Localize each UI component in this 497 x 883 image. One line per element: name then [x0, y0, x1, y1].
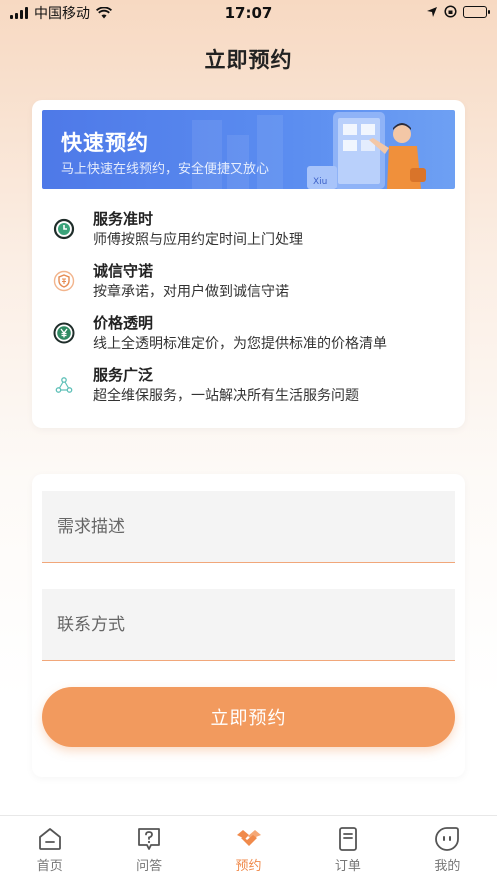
feature-desc: 师傅按照与应用约定时间上门处理	[93, 232, 303, 248]
description-field[interactable]	[42, 491, 455, 563]
tab-label: 首页	[36, 859, 63, 874]
feature-title: 服务广泛	[93, 366, 154, 384]
feature-title: 服务准时	[93, 210, 154, 228]
banner-subtitle: 马上快速在线预约，安全便捷又放心	[61, 162, 270, 177]
home-icon	[38, 828, 61, 850]
location-icon	[427, 6, 437, 17]
banner: 快速预约 马上快速在线预约，安全便捷又放心 Xiu	[42, 110, 455, 189]
status-time: 17:07	[224, 4, 273, 22]
feature-title: 价格透明	[93, 314, 154, 332]
tab-label: 订单	[334, 859, 361, 874]
yen-icon	[53, 322, 75, 344]
order-icon	[339, 827, 357, 851]
booking-form-card: 立即预约	[32, 474, 465, 777]
clock-icon	[53, 218, 75, 240]
description-input[interactable]	[57, 491, 455, 562]
tab-qa[interactable]: 问答	[99, 816, 198, 883]
feature-item-integrity: 诚信守诺 按章承诺，对用户做到诚信守诺	[52, 260, 452, 312]
tab-orders[interactable]: 订单	[298, 816, 397, 883]
status-bar: 中国移动 17:07	[0, 0, 497, 26]
handshake-icon	[236, 830, 261, 846]
tab-label: 预约	[235, 859, 262, 874]
repairman-illustration-icon: Xiu	[307, 112, 426, 189]
profile-icon	[435, 827, 460, 851]
contact-input[interactable]	[57, 589, 455, 660]
feature-desc: 按章承诺，对用户做到诚信守诺	[93, 284, 289, 300]
tab-booking[interactable]: 预约	[199, 816, 298, 883]
submit-booking-button[interactable]: 立即预约	[42, 687, 455, 747]
feature-desc: 超全维保服务，一站解决所有生活服务问题	[93, 388, 359, 404]
feature-desc: 线上全透明标准定价，为您提供标准的价格清单	[93, 336, 387, 352]
page-title: 立即预约	[204, 48, 293, 72]
rotation-lock-icon	[444, 5, 457, 18]
info-card: 快速预约 马上快速在线预约，安全便捷又放心 Xiu 服务准时 师傅按照与应用约定…	[32, 100, 465, 428]
feature-item-price: 价格透明 线上全透明标准定价，为您提供标准的价格清单	[52, 312, 452, 364]
battery-icon	[463, 5, 490, 18]
contact-field[interactable]	[42, 589, 455, 661]
feature-item-wide-service: 服务广泛 超全维保服务，一站解决所有生活服务问题	[52, 364, 452, 416]
feature-item-on-time: 服务准时 师傅按照与应用约定时间上门处理	[52, 208, 452, 260]
feature-title: 诚信守诺	[93, 262, 154, 280]
status-right	[426, 5, 490, 18]
tab-label: 问答	[136, 859, 163, 874]
tab-home[interactable]: 首页	[0, 816, 99, 883]
question-icon	[138, 828, 161, 850]
tab-bar: 首页 问答 预约 订单 我的	[0, 815, 497, 883]
tab-label: 我的	[434, 859, 461, 874]
tab-profile[interactable]: 我的	[398, 816, 497, 883]
network-icon	[55, 377, 73, 393]
shield-icon	[53, 270, 75, 292]
banner-title: 快速预约	[61, 131, 149, 155]
banner-art-text: Xiu	[313, 177, 327, 187]
feature-list: 服务准时 师傅按照与应用约定时间上门处理 诚信守诺 按章承诺，对用户做到诚信守诺	[52, 208, 452, 416]
